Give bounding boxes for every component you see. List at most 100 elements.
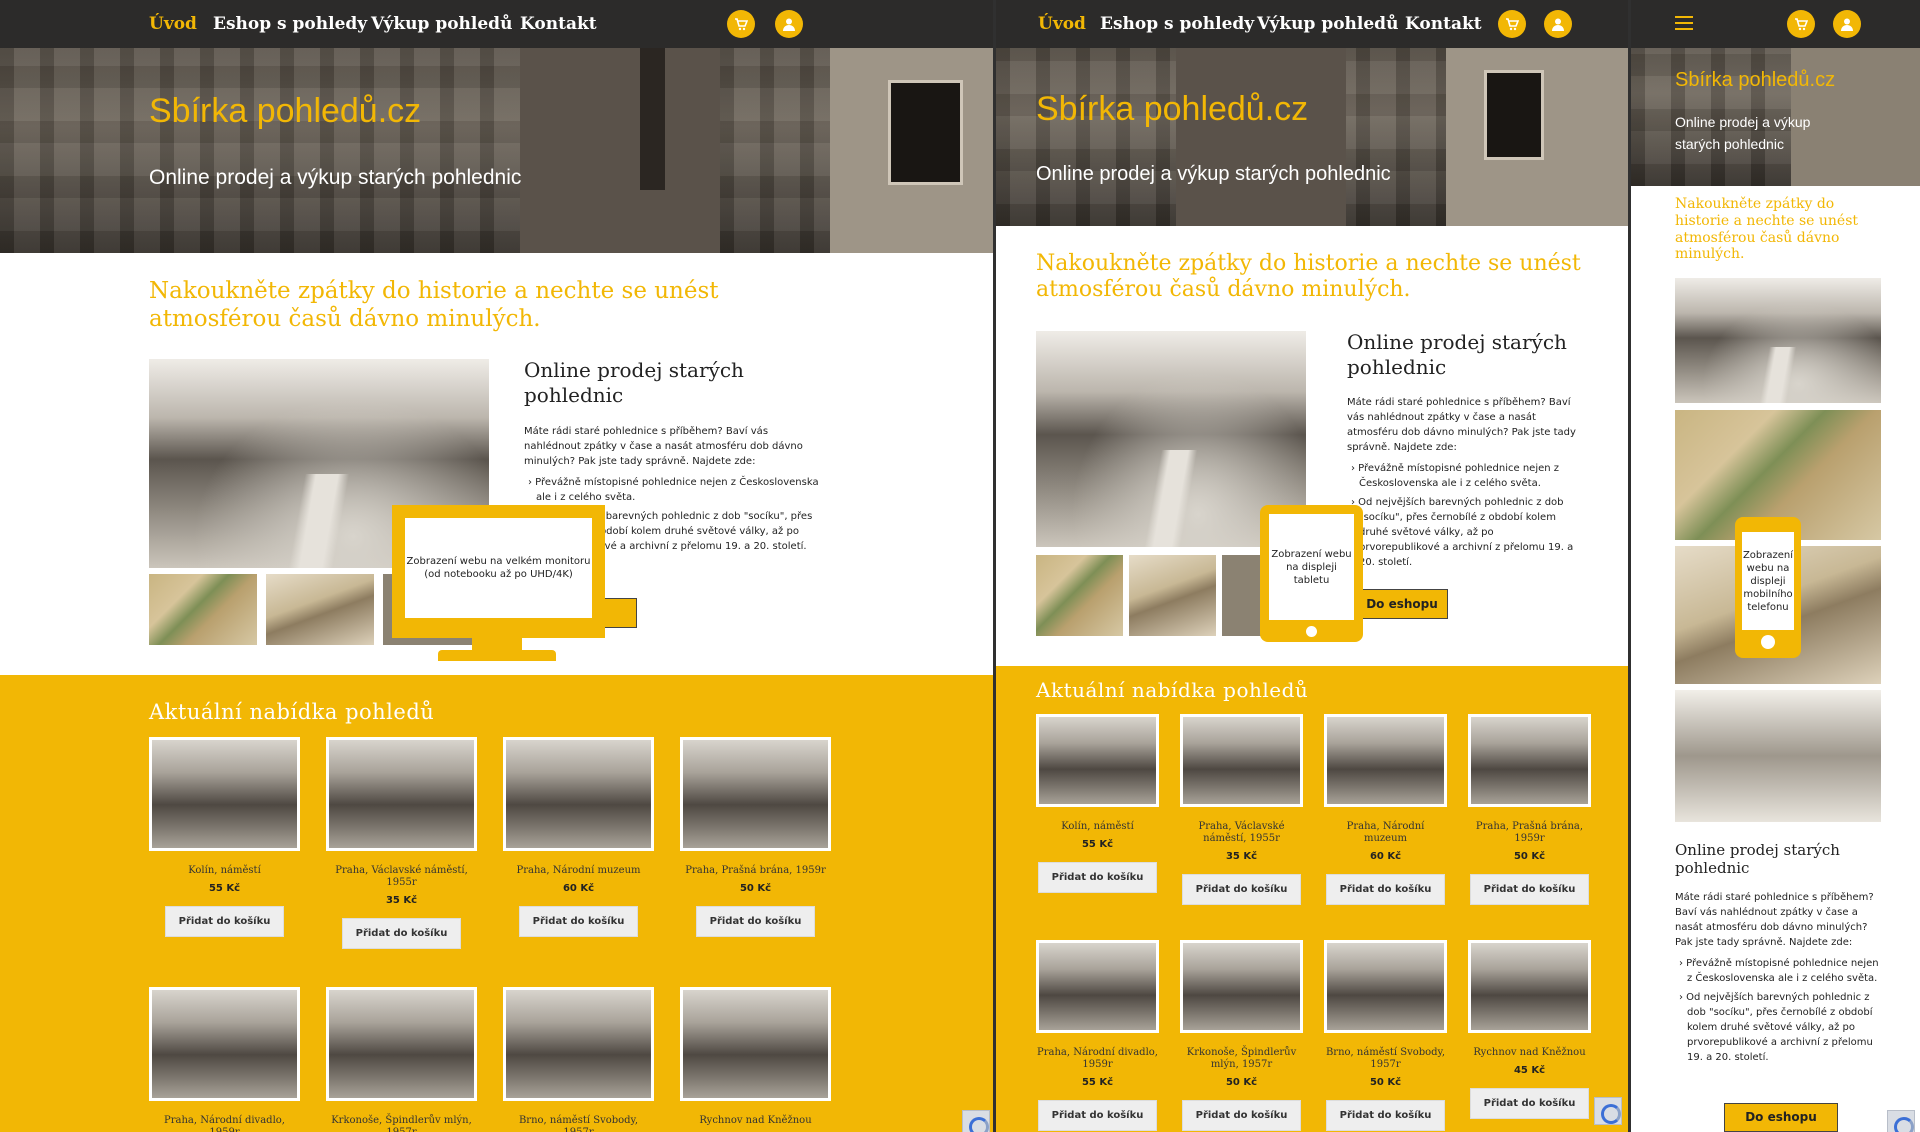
thumb-postcard[interactable] (1222, 555, 1262, 636)
hero-title: Sbírka pohledů.cz (1036, 90, 1309, 128)
nav-contact[interactable]: Kontakt (1405, 14, 1482, 34)
product-name[interactable]: Kolín, náměstí (149, 865, 300, 877)
product-image[interactable] (1324, 940, 1447, 1033)
user-icon[interactable] (1833, 10, 1861, 38)
add-to-cart-button[interactable]: Přidat do košíku (695, 906, 816, 937)
hero-window (888, 80, 963, 185)
product-image[interactable] (1036, 940, 1159, 1033)
hamburger-icon[interactable] (1675, 16, 1693, 30)
tablet-home-button (1306, 626, 1317, 637)
nav-eshop[interactable]: Eshop s pohledy (1100, 14, 1254, 34)
product-image[interactable] (680, 737, 831, 851)
add-to-cart-button[interactable]: Přidat do košíku (1037, 1100, 1158, 1131)
thumb-postcard[interactable] (1036, 555, 1123, 636)
product-card: Praha, Prašná brána, 1959r 50 Kč Přidat … (1468, 714, 1591, 905)
nav-buyout[interactable]: Výkup pohledů (371, 14, 512, 34)
cart-icon[interactable] (727, 10, 755, 38)
product-image[interactable] (149, 987, 300, 1101)
thumb-postcard[interactable] (1129, 555, 1216, 636)
monitor-screen: Zobrazení webu na velkém monitoru (od no… (405, 518, 592, 618)
add-to-cart-button[interactable]: Přidat do košíku (164, 906, 285, 937)
product-price: 35 Kč (1225, 851, 1258, 862)
add-to-cart-button[interactable]: Přidat do košíku (1325, 874, 1446, 905)
nav-buyout[interactable]: Výkup pohledů (1257, 14, 1398, 34)
product-image[interactable] (1180, 940, 1303, 1033)
recaptcha-badge[interactable] (1887, 1110, 1915, 1132)
product-name[interactable]: Praha, Václavské náměstí, 1955r (1180, 821, 1303, 845)
product-card: Praha, Václavské náměstí, 1955r 35 Kč Př… (1180, 714, 1303, 905)
product-price: 50 Kč (1369, 1077, 1402, 1088)
offer-title: Aktuální nabídka pohledů (1036, 678, 1309, 702)
product-name[interactable]: Krkonoše, Špindlerův mlýn, 1957r (1180, 1047, 1303, 1071)
product-name[interactable]: Rychnov nad Kněžnou (1468, 1047, 1591, 1059)
eshop-button[interactable]: Do eshopu (1356, 589, 1448, 619)
product-image[interactable] (326, 737, 477, 851)
product-name[interactable]: Praha, Národní divadlo, 1959r (149, 1115, 300, 1132)
mobile-preview: Sbírka pohledů.cz Online prodej a výkup … (1631, 0, 1920, 1132)
product-name[interactable]: Kolín, náměstí (1036, 821, 1159, 833)
offer-title: Aktuální nabídka pohledů (149, 700, 435, 724)
product-price: 55 Kč (208, 883, 241, 894)
add-to-cart-button[interactable]: Přidat do košíku (1469, 1088, 1590, 1119)
intro-heading: Online prodej starých pohlednic (524, 358, 744, 407)
product-name[interactable]: Brno, náměstí Svobody, 1957r (503, 1115, 654, 1132)
hero-subtitle: Online prodej a výkup starých pohlednic (1036, 163, 1391, 185)
product-name[interactable]: Praha, Národní muzeum (1324, 821, 1447, 845)
thumb-postcard[interactable] (266, 574, 374, 645)
thumb-postcard[interactable] (149, 574, 257, 645)
eshop-button[interactable]: Do eshopu (1724, 1103, 1838, 1132)
add-to-cart-button[interactable]: Přidat do košíku (518, 906, 639, 937)
product-image[interactable] (1324, 714, 1447, 807)
product-image[interactable] (1036, 714, 1159, 807)
product-name[interactable]: Praha, Václavské náměstí, 1955r (326, 865, 477, 889)
tagline: Nakoukněte zpátky do historie a nechte s… (149, 278, 719, 332)
add-to-cart-button[interactable]: Přidat do košíku (1181, 874, 1302, 905)
tagline: Nakoukněte zpátky do historie a nechte s… (1036, 251, 1581, 303)
intro-bullet: › Od nejvějších barevných pohlednic z do… (1351, 497, 1574, 568)
product-image[interactable] (680, 987, 831, 1101)
product-name[interactable]: Krkonoše, Špindlerův mlýn, 1957r (326, 1115, 477, 1132)
product-image[interactable] (503, 737, 654, 851)
intro-text: Máte rádi staré pohlednice s příběhem? B… (1347, 395, 1577, 574)
user-icon[interactable] (775, 10, 803, 38)
phone-screen: Zobrazení webu na displeji mobilního tel… (1742, 532, 1794, 630)
nav-home[interactable]: Úvod (149, 14, 197, 34)
product-name[interactable]: Praha, Prašná brána, 1959r (680, 865, 831, 877)
nav-eshop[interactable]: Eshop s pohledy (213, 14, 367, 34)
recaptcha-badge[interactable] (962, 1110, 990, 1132)
product-card: Praha, Národní divadlo, 1959r (149, 987, 300, 1132)
nav-contact[interactable]: Kontakt (520, 14, 597, 34)
product-image[interactable] (149, 737, 300, 851)
product-image[interactable] (1180, 714, 1303, 807)
recaptcha-badge[interactable] (1594, 1097, 1622, 1125)
product-name[interactable]: Praha, Národní divadlo, 1959r (1036, 1047, 1159, 1071)
product-image[interactable] (1468, 940, 1591, 1033)
product-image[interactable] (1468, 714, 1591, 807)
product-image[interactable] (326, 987, 477, 1101)
add-to-cart-button[interactable]: Přidat do košíku (1325, 1100, 1446, 1131)
add-to-cart-button[interactable]: Přidat do košíku (1181, 1100, 1302, 1131)
product-name[interactable]: Rychnov nad Kněžnou (680, 1115, 831, 1127)
postcard-image[interactable] (1675, 690, 1881, 822)
product-card: Praha, Václavské náměstí, 1955r 35 Kč Př… (326, 737, 477, 949)
product-name[interactable]: Praha, Národní muzeum (503, 865, 654, 877)
add-to-cart-button[interactable]: Přidat do košíku (1469, 874, 1590, 905)
hero-title: Sbírka pohledů.cz (149, 92, 422, 130)
product-card: Kolín, náměstí 55 Kč Přidat do košíku (1036, 714, 1159, 893)
product-card: Praha, Národní divadlo, 1959r 55 Kč Přid… (1036, 940, 1159, 1131)
intro-paragraph: Máte rádi staré pohlednice s příběhem? B… (1675, 892, 1874, 948)
user-icon[interactable] (1544, 10, 1572, 38)
product-price: 45 Kč (1513, 1065, 1546, 1076)
product-price: 55 Kč (1081, 1077, 1114, 1088)
nav-home[interactable]: Úvod (1038, 14, 1086, 34)
cart-icon[interactable] (1498, 10, 1526, 38)
product-card: Kolín, náměstí 55 Kč Přidat do košíku (149, 737, 300, 937)
add-to-cart-button[interactable]: Přidat do košíku (341, 918, 462, 949)
hero-subtitle: Online prodej a výkup starých pohlednic (1675, 114, 1811, 152)
product-name[interactable]: Brno, náměstí Svobody, 1957r (1324, 1047, 1447, 1071)
product-image[interactable] (503, 987, 654, 1101)
cart-icon[interactable] (1787, 10, 1815, 38)
intro-bullet: › Převážně místopisné pohlednice nejen z… (1351, 463, 1560, 489)
product-name[interactable]: Praha, Prašná brána, 1959r (1468, 821, 1591, 845)
add-to-cart-button[interactable]: Přidat do košíku (1037, 862, 1158, 893)
